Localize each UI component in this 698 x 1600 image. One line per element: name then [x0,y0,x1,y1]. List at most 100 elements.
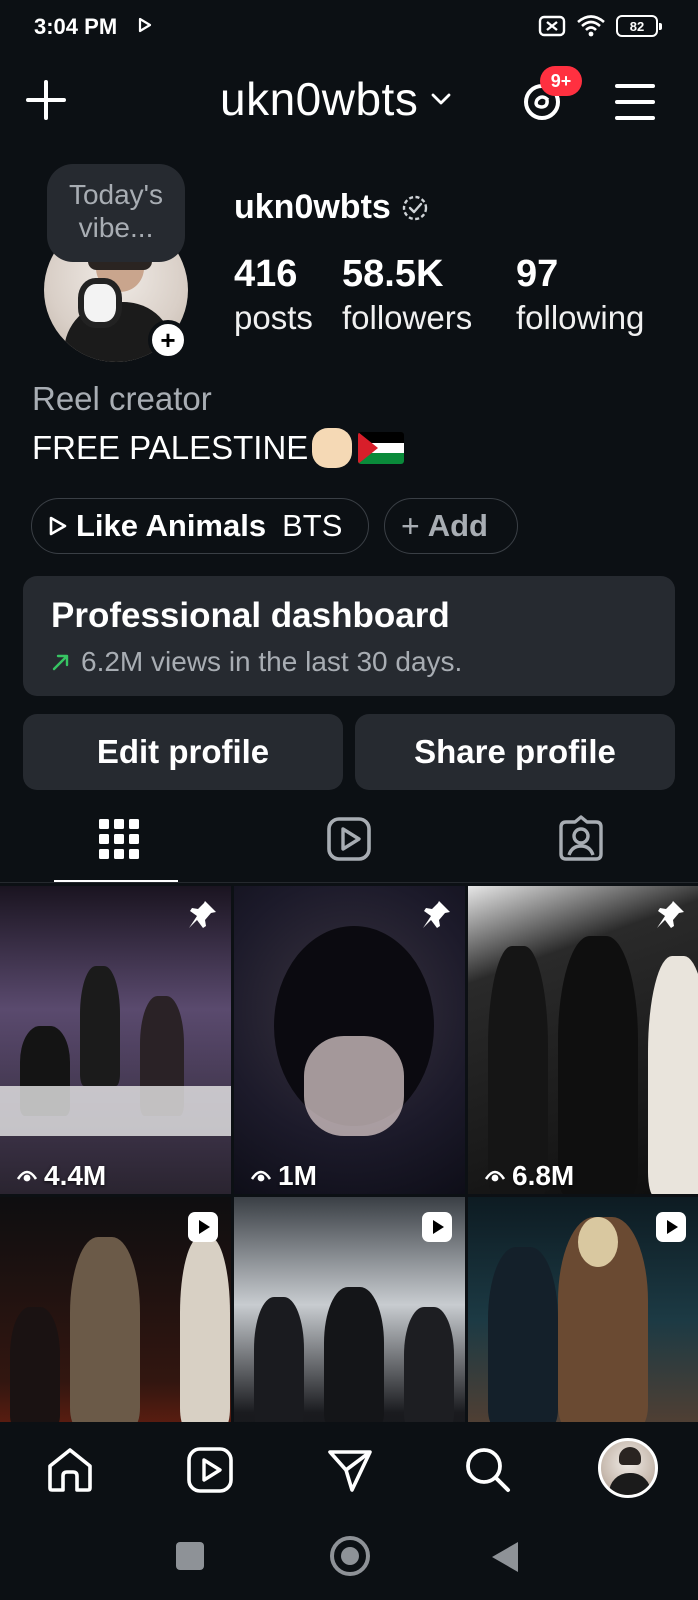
reels-icon [188,1212,218,1242]
post-figure-shape [558,936,638,1194]
add-story-button[interactable]: + [148,320,188,360]
avatar-cat-shape [78,278,122,328]
profile-header: ukn0wbts 9+ [0,66,698,140]
play-outline-icon [49,516,67,536]
battery-indicator: 82 [616,15,662,37]
reels-icon [656,1212,686,1242]
avatar-body-shape [609,1473,651,1495]
post-figure-shape [10,1307,60,1422]
add-chip-label: Add [427,508,488,543]
bottom-nav [0,1424,698,1520]
post-figure-shape [324,1287,384,1422]
eye-icon [16,1170,38,1182]
post-figure-shape [80,966,120,1086]
stat-value: 58.5K [342,253,444,295]
dashboard-subtitle: 6.2M views in the last 30 days. [51,646,647,678]
recents-button[interactable] [176,1542,204,1570]
post-figure-shape [648,956,698,1194]
stat-value: 97 [516,253,559,295]
reels-icon[interactable] [324,814,374,864]
stat-followers[interactable]: 58.5K followers [342,252,516,340]
grid-icon[interactable] [94,814,144,864]
palestine-flag-icon [358,432,405,464]
avatar-hair-shape [619,1447,641,1465]
add-highlight-chip[interactable]: + Add [384,498,518,554]
stat-value: 416 [234,253,298,295]
plus-icon: + [401,507,420,544]
grid-post[interactable] [468,1197,698,1422]
bio-text: FREE PALESTINE [32,429,309,466]
post-figure-shape [304,1036,404,1136]
eye-icon [484,1170,506,1182]
pin-icon [657,901,684,928]
profile-stats: 416 posts 58.5K followers 97 following [234,252,644,340]
post-figure-shape [578,1217,618,1267]
edit-profile-button[interactable]: Edit profile [23,714,343,790]
grid-post[interactable]: 6.8M [468,886,698,1194]
post-figure-shape [180,1237,230,1422]
post-figure-shape [254,1297,304,1422]
pin-icon [423,901,450,928]
post-stage-shape [0,1086,231,1136]
home-icon[interactable] [44,1444,96,1496]
pin-icon [189,901,216,928]
profile-tabs [0,806,698,884]
professional-dashboard-card[interactable]: Professional dashboard 6.2M views in the… [23,576,675,696]
stat-label: posts [234,299,313,336]
back-button[interactable] [492,1542,518,1572]
profile-category: Reel creator [32,380,212,417]
reels-icon [422,1212,452,1242]
status-bar: 3:04 PM 82 [0,0,698,54]
home-button[interactable] [330,1536,370,1576]
highlight-chip-tag: BTS [282,508,343,543]
notification-badge: 9+ [540,66,582,96]
chevron-down-icon [431,93,451,105]
share-profile-button[interactable]: Share profile [355,714,675,790]
system-navigation-bar [0,1520,698,1600]
note-bubble[interactable]: Today's vibe... [47,164,185,262]
grid-post[interactable]: 1M [234,886,465,1194]
post-figure-shape [488,1247,558,1422]
plus-icon[interactable] [24,78,68,122]
profile-username-text: ukn0wbts [234,188,391,226]
view-count: 1M [250,1160,317,1192]
grid-post[interactable]: 4.4M [0,886,231,1194]
account-switcher[interactable]: ukn0wbts [220,72,452,126]
status-time: 3:04 PM [34,14,118,39]
dashboard-title: Professional dashboard [51,596,450,635]
grid-post[interactable] [234,1197,465,1422]
battery-level: 82 [629,18,645,34]
stat-label: followers [342,299,473,336]
grid-post[interactable] [0,1197,231,1422]
wifi-icon [577,15,605,37]
view-count-text: 4.4M [44,1160,107,1191]
header-username: ukn0wbts [220,73,419,125]
view-count: 4.4M [16,1160,106,1192]
posts-grid: 4.4M 1M 6.8M [0,886,698,1422]
post-figure-shape [404,1307,454,1422]
highlight-chip-label: Like Animals [76,508,267,543]
divider [0,882,698,883]
stat-label: following [516,299,645,336]
stat-posts[interactable]: 416 posts [234,252,342,340]
post-figure-shape [488,946,548,1194]
highlight-chip[interactable]: Like Animals BTS [31,498,369,554]
send-icon[interactable] [324,1444,376,1496]
search-icon[interactable] [462,1444,514,1496]
verified-outline-icon [402,195,428,220]
dashboard-views: 6.2M views in the last 30 days. [81,646,463,677]
stat-following[interactable]: 97 following [516,252,644,340]
view-count-text: 1M [278,1160,317,1191]
profile-username: ukn0wbts [234,188,429,227]
trend-up-arrow-icon [52,654,69,671]
view-count-text: 6.8M [512,1160,575,1191]
reels-icon[interactable] [184,1444,236,1496]
raised-fist-emoji-icon [312,428,353,468]
sim-off-icon [538,15,566,37]
tagged-icon[interactable] [556,814,606,864]
post-figure-shape [70,1237,140,1422]
menu-icon[interactable] [614,82,656,122]
profile-avatar-nav[interactable] [598,1438,658,1498]
view-count: 6.8M [484,1160,574,1192]
cast-icon [138,17,152,33]
